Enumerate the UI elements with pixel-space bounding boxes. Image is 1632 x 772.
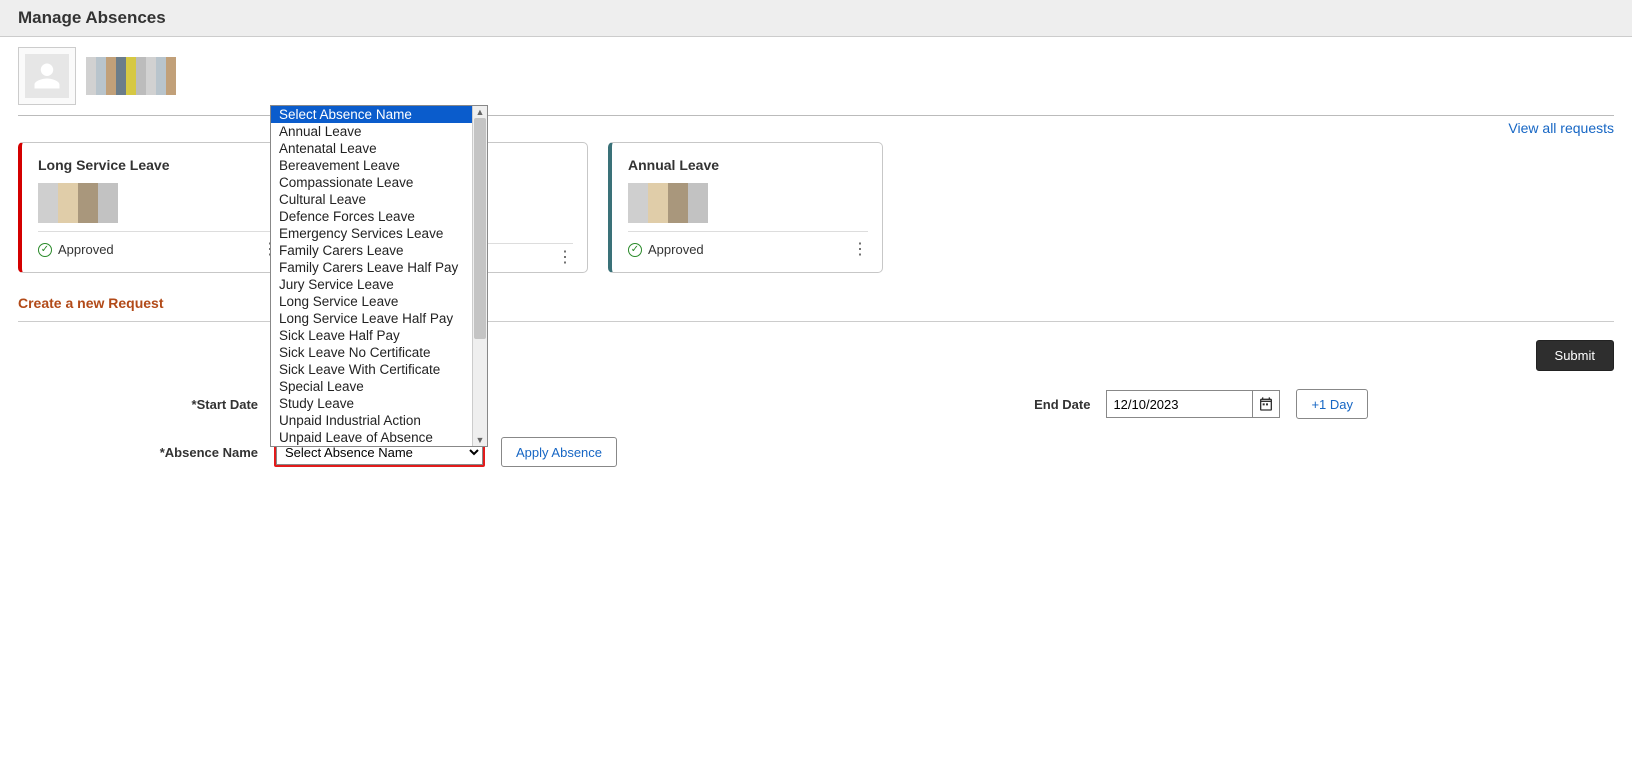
calendar-icon	[1258, 396, 1274, 412]
status-text: Approved	[58, 242, 114, 257]
dropdown-option[interactable]: Compassionate Leave	[271, 174, 472, 191]
dropdown-option[interactable]: Long Service Leave	[271, 293, 472, 310]
dropdown-list[interactable]: Select Absence NameAnnual LeaveAntenatal…	[271, 106, 472, 446]
dropdown-option[interactable]: Emergency Services Leave	[271, 225, 472, 242]
dropdown-option[interactable]: Annual Leave	[271, 123, 472, 140]
dropdown-option[interactable]: Sick Leave No Certificate	[271, 344, 472, 361]
dropdown-option[interactable]: Family Carers Leave	[271, 242, 472, 259]
view-all-row: View all requests	[18, 116, 1614, 142]
check-icon	[38, 243, 52, 257]
absence-name-dropdown[interactable]: Select Absence NameAnnual LeaveAntenatal…	[270, 105, 488, 447]
dropdown-option[interactable]: Select Absence Name	[271, 106, 472, 123]
dropdown-option[interactable]: Jury Service Leave	[271, 276, 472, 293]
end-date-input[interactable]	[1106, 390, 1253, 418]
dropdown-option[interactable]: Sick Leave With Certificate	[271, 361, 472, 378]
status-approved: Approved	[628, 242, 704, 257]
submit-button[interactable]: Submit	[1536, 340, 1614, 371]
divider	[18, 321, 1614, 322]
card-title: Annual Leave	[628, 157, 868, 173]
view-all-requests-link[interactable]: View all requests	[1508, 120, 1614, 136]
dropdown-option[interactable]: Cultural Leave	[271, 191, 472, 208]
page-title: Manage Absences	[18, 8, 1614, 28]
card-menu-button[interactable]: ⋮	[852, 246, 868, 254]
cards-row: Long Service Leave Approved ⋮ ⋮ Annual L…	[18, 142, 1614, 273]
dropdown-option[interactable]: Unpaid Industrial Action	[271, 412, 472, 429]
avatar-icon	[25, 54, 69, 98]
user-name-redacted	[86, 57, 176, 95]
page-header: Manage Absences	[0, 0, 1632, 37]
card-menu-button[interactable]: ⋮	[557, 254, 573, 262]
content-area: View all requests Long Service Leave App…	[0, 37, 1632, 467]
create-request-heading: Create a new Request	[18, 295, 1614, 311]
apply-absence-button[interactable]: Apply Absence	[501, 437, 617, 467]
dropdown-option[interactable]: Special Leave	[271, 378, 472, 395]
user-block	[18, 47, 1614, 105]
status-approved: Approved	[38, 242, 114, 257]
absence-name-label: *Absence Name	[18, 445, 258, 460]
scroll-thumb[interactable]	[474, 118, 486, 339]
dropdown-option[interactable]: Family Carers Leave Half Pay	[271, 259, 472, 276]
card-details-redacted	[628, 183, 708, 223]
check-icon	[628, 243, 642, 257]
dropdown-option[interactable]: Unpaid Leave of Absence	[271, 429, 472, 446]
dropdown-option[interactable]: Antenatal Leave	[271, 140, 472, 157]
leave-card-long-service[interactable]: Long Service Leave Approved ⋮	[18, 142, 293, 273]
card-details-redacted	[38, 183, 118, 223]
end-date-calendar-button[interactable]	[1252, 390, 1280, 418]
dropdown-option[interactable]: Study Leave	[271, 395, 472, 412]
dropdown-scrollbar[interactable]: ▲ ▼	[472, 106, 487, 446]
row-dates: *Start Date End Date +1 Day	[18, 389, 1614, 419]
start-date-label: *Start Date	[18, 397, 258, 412]
card-title: Long Service Leave	[38, 157, 278, 173]
dropdown-option[interactable]: Bereavement Leave	[271, 157, 472, 174]
scroll-up-arrow[interactable]: ▲	[476, 106, 485, 118]
status-text: Approved	[648, 242, 704, 257]
scroll-down-arrow[interactable]: ▼	[476, 434, 485, 446]
row-absence-name: *Absence Name Select Absence Name Apply …	[18, 437, 1614, 467]
plus-one-day-button[interactable]: +1 Day	[1296, 389, 1368, 419]
dropdown-option[interactable]: Defence Forces Leave	[271, 208, 472, 225]
dropdown-option[interactable]: Sick Leave Half Pay	[271, 327, 472, 344]
dropdown-option[interactable]: Long Service Leave Half Pay	[271, 310, 472, 327]
avatar	[18, 47, 76, 105]
leave-card-annual[interactable]: Annual Leave Approved ⋮	[608, 142, 883, 273]
end-date-label: End Date	[1034, 397, 1090, 412]
